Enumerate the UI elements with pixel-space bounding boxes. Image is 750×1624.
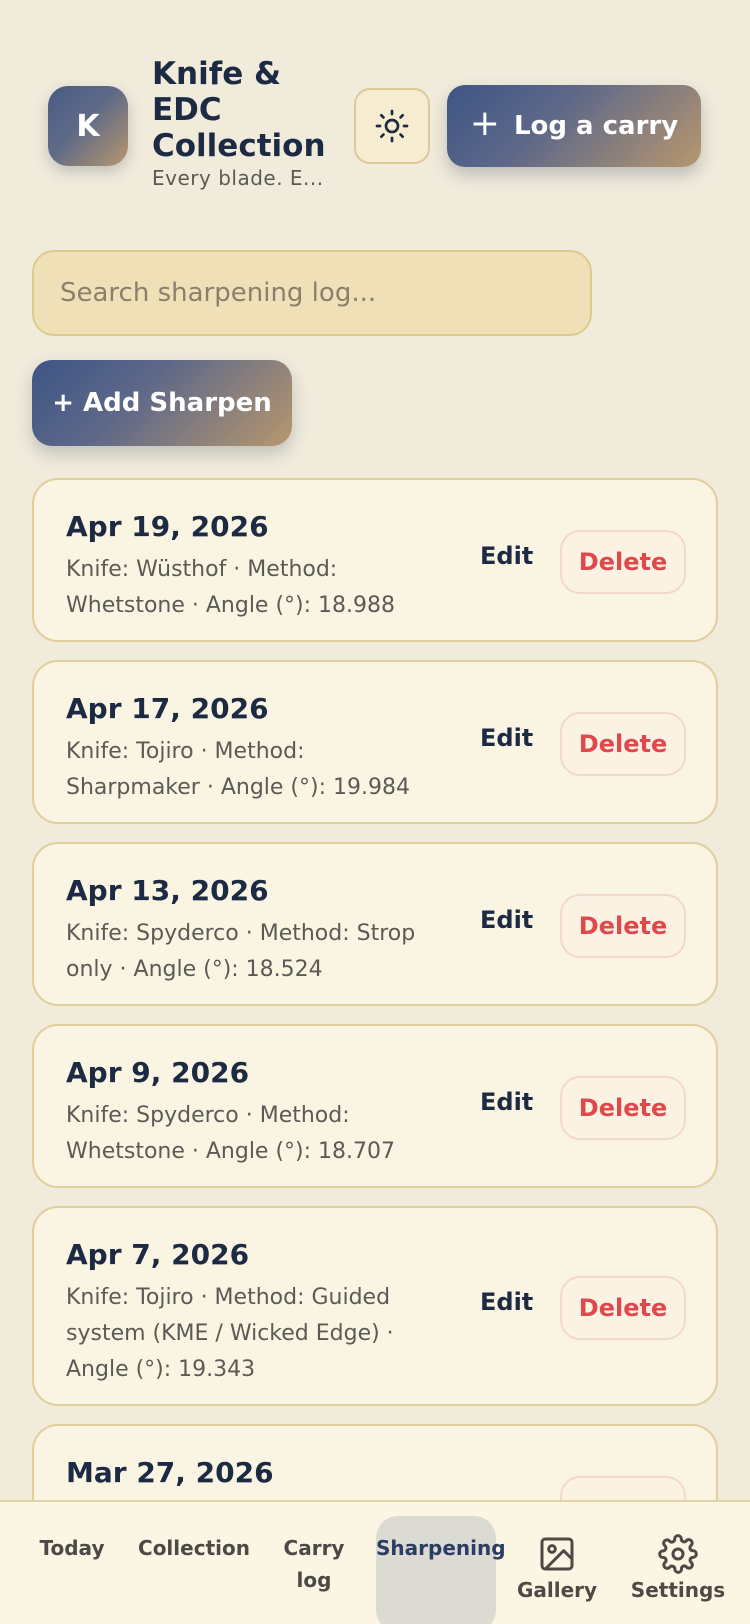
delete-button[interactable]: Delete: [560, 1076, 686, 1140]
plus-icon: +: [469, 103, 500, 144]
entry-date: Apr 9, 2026: [66, 1056, 250, 1089]
edit-button[interactable]: Edit: [480, 724, 533, 752]
image-icon: [540, 1537, 574, 1571]
entry-details: Knife: Tojiro · Method: Sharpmaker · Ang…: [66, 739, 410, 800]
nav-today[interactable]: Today: [20, 1502, 124, 1624]
entry-date: Apr 17, 2026: [66, 692, 269, 725]
delete-button[interactable]: Delete: [560, 530, 686, 594]
entry-date: Apr 13, 2026: [66, 874, 269, 907]
entry-date: Mar 27, 2026: [66, 1456, 274, 1489]
nav-gallery-label: Gallery: [516, 1578, 598, 1602]
log-carry-button[interactable]: + Log a carry: [447, 85, 701, 167]
entry-details: Knife: Wüsthof · Method: Whetstone · Ang…: [66, 557, 396, 618]
avatar[interactable]: K: [48, 86, 128, 166]
nav-collection[interactable]: Collection: [132, 1502, 256, 1624]
nav-collection-label: Collection: [138, 1536, 250, 1560]
edit-button[interactable]: Edit: [480, 906, 533, 934]
sharpening-list: Apr 19, 2026 Knife: Wüsthof · Method: Wh…: [32, 478, 718, 1502]
app-subtitle: Every blade. E...: [152, 166, 324, 190]
list-item: Apr 7, 2026 Knife: Tojiro · Method: Guid…: [32, 1206, 718, 1406]
log-carry-label: Log a carry: [513, 111, 679, 141]
gear-icon: [658, 1534, 698, 1574]
app-title: Knife & EDC Collection: [152, 56, 326, 164]
nav-sharpening[interactable]: Sharpening: [376, 1516, 506, 1624]
edit-button[interactable]: Edit: [480, 542, 533, 570]
nav-sharpening-label: Sharpening: [376, 1536, 506, 1560]
nav-settings-label: Settings: [630, 1578, 726, 1602]
add-sharpen-button[interactable]: + Add Sharpen: [32, 360, 292, 446]
search-input[interactable]: Search sharpening log...: [32, 250, 592, 336]
edit-button[interactable]: Edit: [480, 1088, 533, 1116]
sun-icon: [375, 109, 409, 143]
delete-button[interactable]: Delete: [560, 894, 686, 958]
list-item: Apr 9, 2026 Knife: Spyderco · Method: Wh…: [32, 1024, 718, 1188]
bottom-nav: Today Collection Carry log Sharpening Ga…: [0, 1500, 750, 1624]
entry-details: Knife: Spyderco · Method: Strop only · A…: [66, 921, 416, 982]
entry-details: Knife: Tojiro · Method: Guided system (K…: [66, 1285, 394, 1382]
delete-button[interactable]: Delete: [560, 1276, 686, 1340]
nav-carry-log[interactable]: Carry log: [268, 1502, 360, 1624]
entry-details: Knife: Spyderco · Method: Whetstone · An…: [66, 1103, 396, 1164]
nav-gallery[interactable]: Gallery: [506, 1502, 608, 1624]
edit-button[interactable]: Edit: [480, 1288, 533, 1316]
delete-button[interactable]: [560, 1476, 686, 1502]
delete-button[interactable]: Delete: [560, 712, 686, 776]
app-header: K Knife & EDC Collection Every blade. E.…: [0, 56, 750, 196]
theme-toggle-button[interactable]: [354, 88, 430, 164]
list-item: Apr 17, 2026 Knife: Tojiro · Method: Sha…: [32, 660, 718, 824]
nav-carry-log-label: Carry log: [283, 1536, 345, 1592]
list-item: Apr 13, 2026 Knife: Spyderco · Method: S…: [32, 842, 718, 1006]
list-item: Mar 27, 2026: [32, 1424, 718, 1502]
entry-date: Apr 19, 2026: [66, 510, 269, 543]
list-item: Apr 19, 2026 Knife: Wüsthof · Method: Wh…: [32, 478, 718, 642]
nav-today-label: Today: [39, 1536, 105, 1560]
nav-settings[interactable]: Settings: [622, 1502, 734, 1624]
entry-date: Apr 7, 2026: [66, 1238, 250, 1271]
